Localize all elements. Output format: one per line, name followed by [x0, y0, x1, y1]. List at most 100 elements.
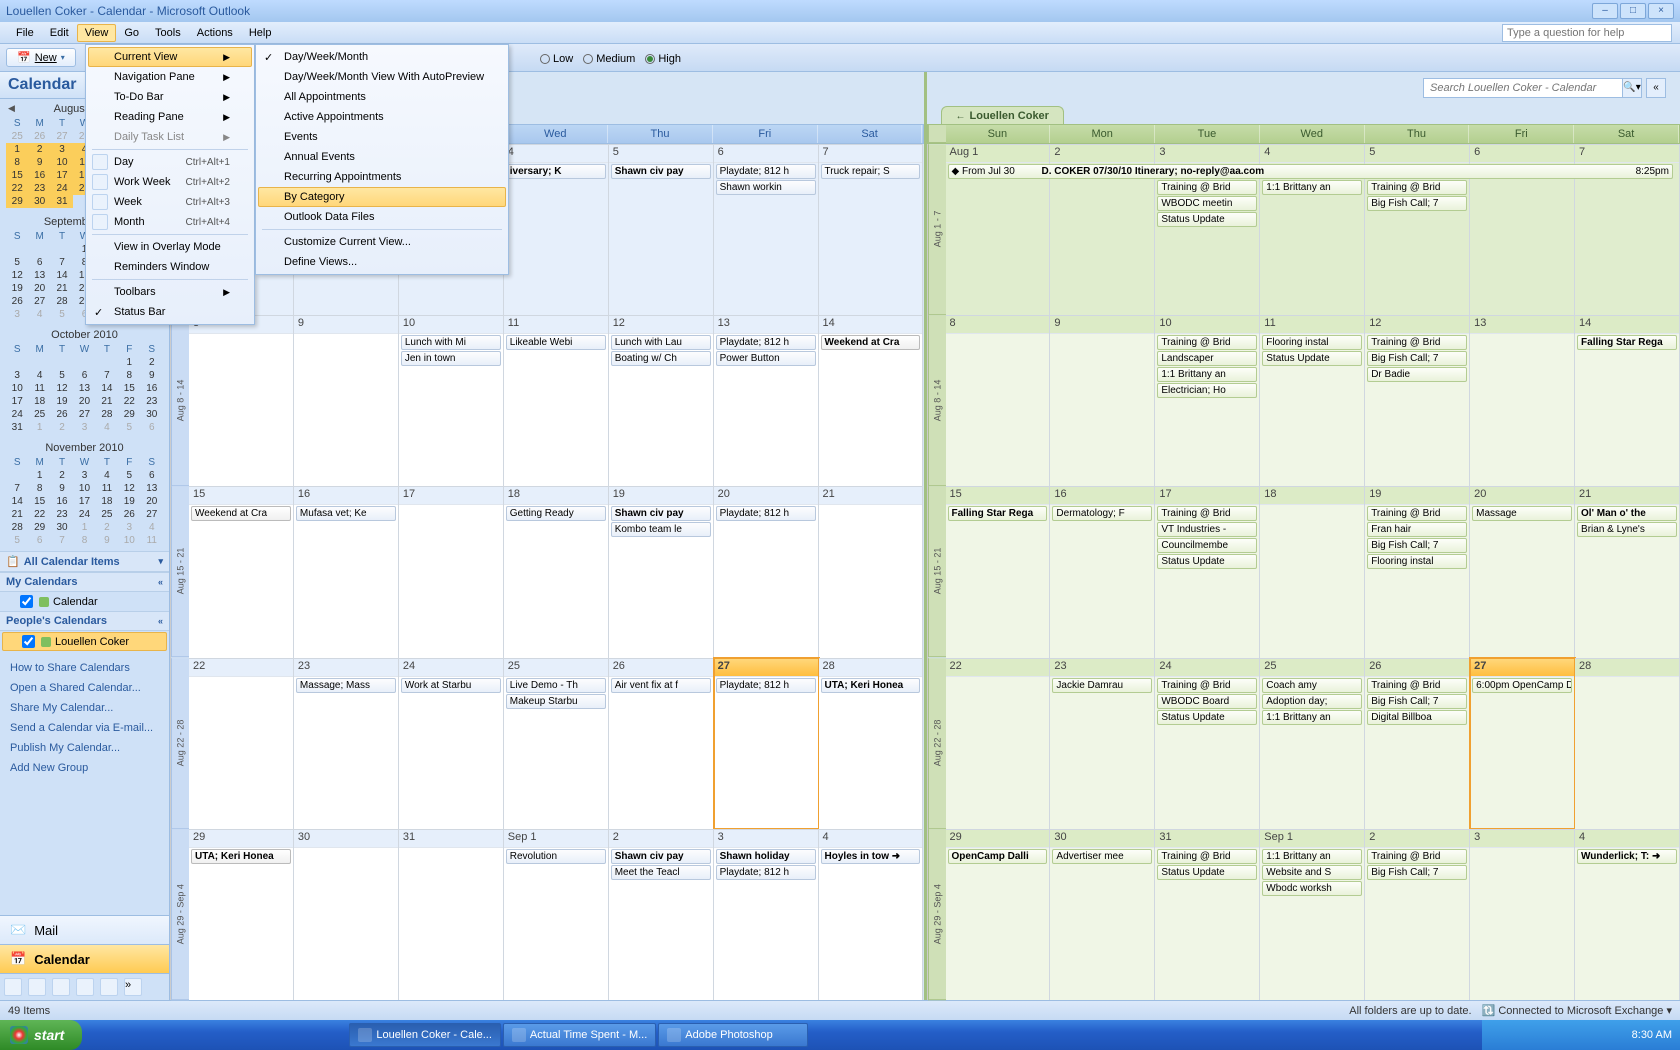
ql-icon[interactable]: [126, 1024, 144, 1046]
minimize-button[interactable]: –: [1592, 3, 1618, 19]
calendar-event[interactable]: Work at Starbu: [401, 678, 501, 693]
calendar-event[interactable]: Training @ Brid: [1367, 849, 1467, 864]
calendar-event[interactable]: Revolution: [506, 849, 606, 864]
calendar-event[interactable]: Wunderlick; T: ➜: [1577, 849, 1677, 864]
calendar-event[interactable]: Status Update: [1157, 865, 1257, 880]
day-cell[interactable]: 9: [1050, 315, 1155, 486]
calendar-event[interactable]: Weekend at Cra: [191, 506, 291, 521]
sidebar-link[interactable]: Publish My Calendar...: [10, 738, 159, 758]
ql-icon[interactable]: [146, 1024, 164, 1046]
day-cell[interactable]: Aug 1◆ From Jul 30D. COKER 07/30/10 Itin…: [946, 144, 1051, 315]
tasks-icon[interactable]: [28, 978, 46, 996]
calendar-event[interactable]: Landscaper: [1157, 351, 1257, 366]
day-cell[interactable]: 30: [294, 829, 399, 1000]
day-cell[interactable]: 22: [189, 658, 294, 829]
tab-louellen[interactable]: ←Louellen Coker: [941, 106, 1064, 125]
contacts-icon[interactable]: [4, 978, 22, 996]
day-cell[interactable]: 23Massage; Mass: [294, 658, 399, 829]
calendar-event[interactable]: Advertiser mee: [1052, 849, 1152, 864]
menu-view[interactable]: View: [77, 24, 117, 42]
tray-icon[interactable]: [1558, 1028, 1572, 1042]
calendar-event[interactable]: Dermatology; F: [1052, 506, 1152, 521]
sidebar-link[interactable]: Send a Calendar via E-mail...: [10, 718, 159, 738]
sidebar-link[interactable]: Open a Shared Calendar...: [10, 678, 159, 698]
day-cell[interactable]: 8: [946, 315, 1051, 486]
day-cell[interactable]: 5Shawn civ pay: [609, 144, 714, 315]
group-people-s-calendars[interactable]: People's Calendars«: [0, 611, 169, 631]
day-cell[interactable]: 24Work at Starbu: [399, 658, 504, 829]
nav-mail[interactable]: ✉️Mail: [0, 915, 169, 944]
menu-item[interactable]: ✓Status Bar: [88, 302, 252, 322]
calendar-event[interactable]: Training @ Brid: [1157, 506, 1257, 521]
search-options-button[interactable]: «: [1646, 78, 1666, 98]
calendar-event[interactable]: Meet the Teacl: [611, 865, 711, 880]
taskbar-task[interactable]: Adobe Photoshop: [658, 1023, 808, 1047]
day-cell[interactable]: 29OpenCamp Dalli: [946, 829, 1051, 1000]
day-cell[interactable]: 26Air vent fix at f: [609, 658, 714, 829]
day-cell[interactable]: 4Hoyles in tow ➜: [819, 829, 924, 1000]
day-cell[interactable]: 22: [946, 658, 1051, 829]
day-cell[interactable]: 18: [1260, 486, 1365, 657]
calendar-event[interactable]: Dr Badie: [1367, 367, 1467, 382]
arrow-left-icon[interactable]: ←: [956, 111, 966, 122]
calendar-event[interactable]: Status Update: [1157, 212, 1257, 227]
calendar-event[interactable]: Digital Billboa: [1367, 710, 1467, 725]
day-cell[interactable]: 10Lunch with MiJen in town: [399, 315, 504, 486]
shortcuts-icon[interactable]: [100, 978, 118, 996]
calendar-event[interactable]: Training @ Brid: [1157, 849, 1257, 864]
calendar-event[interactable]: WBODC Board: [1157, 694, 1257, 709]
ql-icon[interactable]: [106, 1024, 124, 1046]
day-cell[interactable]: 19Training @ BridFran hairBig Fish Call;…: [1365, 486, 1470, 657]
day-cell[interactable]: 28UTA; Keri Honea: [819, 658, 924, 829]
day-cell[interactable]: 7Truck repair; S: [819, 144, 924, 315]
calendar-event[interactable]: 1:1 Brittany an: [1157, 367, 1257, 382]
help-search-input[interactable]: [1502, 24, 1672, 42]
calendar-item[interactable]: Louellen Coker: [2, 632, 167, 651]
calendar-event[interactable]: UTA; Keri Honea: [191, 849, 291, 864]
tray-icon[interactable]: [1609, 1028, 1623, 1042]
calendar-event[interactable]: Big Fish Call; 7: [1367, 694, 1467, 709]
search-button[interactable]: 🔍▾: [1622, 78, 1642, 98]
calendar-event[interactable]: VT Industries -: [1157, 522, 1257, 537]
day-cell[interactable]: 2Shawn civ payMeet the Teacl: [609, 829, 714, 1000]
menu-item[interactable]: View in Overlay Mode: [88, 237, 252, 257]
day-cell[interactable]: 21Ol' Man o' theBrian & Lyne's: [1575, 486, 1680, 657]
calendar-event[interactable]: Training @ Brid: [1367, 180, 1467, 195]
calendar-event[interactable]: Training @ Brid: [1367, 506, 1467, 521]
menu-item[interactable]: Reminders Window: [88, 257, 252, 277]
calendar-item[interactable]: Calendar: [0, 592, 169, 611]
day-cell[interactable]: 12Lunch with LauBoating w/ Ch: [609, 315, 714, 486]
day-cell[interactable]: 28: [1575, 658, 1680, 829]
calendar-event[interactable]: Mufasa vet; Ke: [296, 506, 396, 521]
day-cell[interactable]: 23Jackie Damrau: [1050, 658, 1155, 829]
day-cell[interactable]: 16Dermatology; F: [1050, 486, 1155, 657]
day-cell[interactable]: 12Training @ BridBig Fish Call; 7Dr Badi…: [1365, 315, 1470, 486]
calendar-event[interactable]: Councilmembe: [1157, 538, 1257, 553]
calendar-event[interactable]: Status Update: [1157, 710, 1257, 725]
calendar-event[interactable]: Getting Ready: [506, 506, 606, 521]
day-cell[interactable]: 24Training @ BridWBODC BoardStatus Updat…: [1155, 658, 1260, 829]
menu-item[interactable]: Work WeekCtrl+Alt+2: [88, 172, 252, 192]
detail-low-radio[interactable]: Low: [540, 53, 573, 65]
menu-file[interactable]: File: [8, 24, 42, 42]
ql-icon[interactable]: [86, 1024, 104, 1046]
calendar-event[interactable]: Playdate; 812 h: [716, 164, 816, 179]
clock[interactable]: 8:30 AM: [1632, 1029, 1672, 1041]
calendar-event[interactable]: Kombo team le: [611, 522, 711, 537]
calendar-event[interactable]: Jackie Damrau: [1052, 678, 1152, 693]
close-button[interactable]: ×: [1648, 3, 1674, 19]
calendar-event[interactable]: Training @ Brid: [1157, 678, 1257, 693]
sidebar-link[interactable]: Add New Group: [10, 758, 159, 778]
menu-item[interactable]: Recurring Appointments: [258, 167, 506, 187]
day-cell[interactable]: 3: [1470, 829, 1575, 1000]
calendar-event[interactable]: Coach amy: [1262, 678, 1362, 693]
calendar-event[interactable]: iversary; K: [506, 164, 606, 179]
mini-calendar[interactable]: October 2010SMTWTFS123456789101112131415…: [0, 325, 169, 438]
calendar-event[interactable]: Boating w/ Ch: [611, 351, 711, 366]
ql-icon[interactable]: [166, 1024, 184, 1046]
day-cell[interactable]: 10Training @ BridLandscaper1:1 Brittany …: [1155, 315, 1260, 486]
calendar-event[interactable]: Playdate; 812 h: [716, 678, 816, 693]
detail-high-radio[interactable]: High: [645, 53, 681, 65]
day-cell[interactable]: 13Playdate; 812 hPower Button: [714, 315, 819, 486]
menu-tools[interactable]: Tools: [147, 24, 189, 42]
